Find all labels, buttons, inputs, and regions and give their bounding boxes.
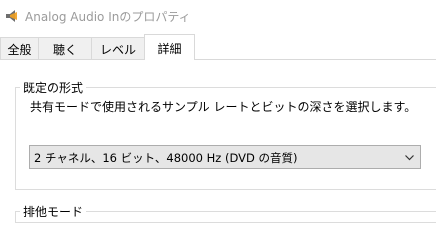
tab-general[interactable]: 全般	[0, 37, 39, 59]
window-title: Analog Audio Inのプロパティ	[25, 10, 191, 24]
tab-advanced[interactable]: 詳細	[144, 34, 195, 60]
tab-listen[interactable]: 聴く	[38, 37, 92, 59]
tab-bar: 全般 聴く レベル 詳細	[0, 34, 436, 60]
exclusive-mode-group-label: 排他モード	[20, 203, 87, 220]
default-format-selected-value: 2 チャネル、16 ビット、48000 Hz (DVD の音質)	[34, 151, 298, 165]
tab-label: 聴く	[52, 43, 77, 57]
tab-label: レベル	[99, 43, 136, 57]
title-bar: Analog Audio Inのプロパティ	[0, 0, 436, 34]
tab-levels[interactable]: レベル	[91, 37, 145, 59]
speaker-icon	[5, 9, 19, 26]
tab-label: 全般	[7, 43, 32, 57]
default-format-group-label: 既定の形式	[20, 79, 87, 96]
tab-label: 詳細	[157, 42, 182, 56]
default-format-select[interactable]: 2 チャネル、16 ビット、48000 Hz (DVD の音質)	[29, 145, 421, 169]
chevron-down-icon	[404, 152, 415, 166]
default-format-description: 共有モードで使用されるサンプル レートとビットの深さを選択します。	[30, 100, 417, 114]
